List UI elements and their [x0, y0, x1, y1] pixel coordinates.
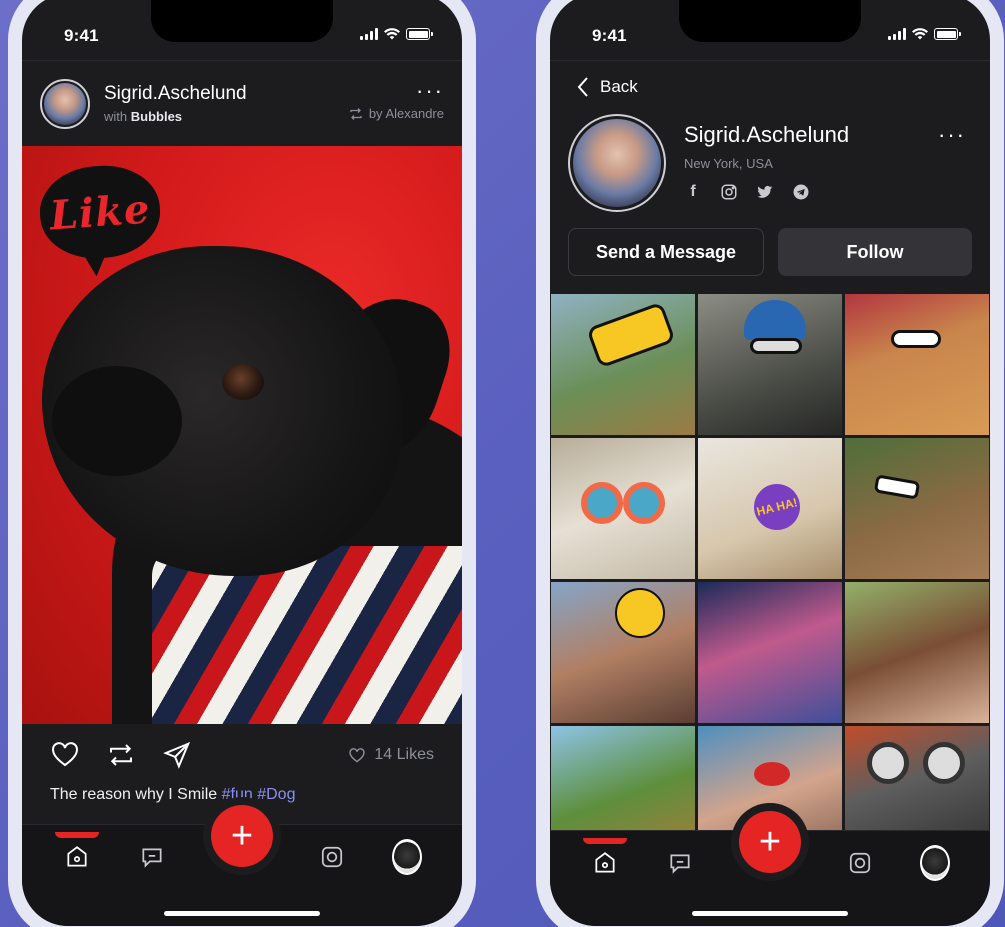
grid-item-giraffe[interactable]	[551, 294, 695, 435]
signal-icon	[888, 28, 906, 40]
feed-screen: 9:41 Sigrid.Aschelund with Bubbles ··· b…	[22, 0, 462, 926]
share-icon[interactable]	[162, 740, 192, 770]
phone-feed: 9:41 Sigrid.Aschelund with Bubbles ··· b…	[8, 0, 476, 927]
repost-by-text: by Alexandre	[368, 106, 444, 121]
instagram-icon[interactable]	[720, 183, 738, 201]
likes-heart-icon	[349, 748, 366, 763]
status-bar: 9:41	[22, 0, 462, 60]
profile-header: Sigrid.Aschelund ··· New York, USA f	[550, 104, 990, 222]
more-options-icon[interactable]: ···	[938, 124, 966, 146]
chat-icon	[142, 848, 162, 868]
likes-count[interactable]: 14 Likes	[348, 746, 434, 764]
grid-item-llama[interactable]: HA HA!	[698, 438, 842, 579]
post-right: ··· by Alexandre	[349, 80, 444, 121]
grid-item-dog[interactable]	[845, 294, 989, 435]
home-indicator[interactable]	[692, 911, 848, 916]
more-options-icon[interactable]: ···	[416, 80, 444, 102]
grid-item-cow[interactable]	[845, 582, 989, 723]
home-icon	[67, 846, 87, 867]
grid-item-girl[interactable]	[698, 582, 842, 723]
profile-avatar	[391, 839, 422, 875]
instagram-icon	[850, 852, 871, 874]
notch	[151, 0, 333, 42]
facebook-icon[interactable]: f	[684, 183, 702, 201]
notch	[679, 0, 861, 42]
like-sticker: Like	[36, 161, 164, 263]
like-sticker-text: Like	[48, 185, 152, 239]
post-actions: 14 Likes	[22, 724, 462, 786]
with-name[interactable]: Bubbles	[131, 109, 182, 124]
send-message-button[interactable]: Send a Message	[568, 228, 764, 276]
grid-item-sheep[interactable]	[551, 438, 695, 579]
photo-grid: HA HA!	[550, 294, 990, 867]
telegram-icon[interactable]	[792, 183, 810, 201]
status-bar: 9:41	[550, 0, 990, 60]
profile-name: Sigrid.Aschelund	[684, 122, 850, 147]
post-meta: Sigrid.Aschelund with Bubbles	[104, 83, 335, 124]
profile-actions: Send a Message Follow	[550, 222, 990, 284]
add-post-button[interactable]: +	[739, 811, 801, 873]
profile-avatar-large[interactable]	[568, 114, 666, 212]
back-label: Back	[600, 76, 638, 96]
ha-ha-sticker: HA HA!	[749, 479, 805, 535]
grid-item-boys[interactable]	[551, 582, 695, 723]
post-caption: The reason why I Smile #fun #Dog	[22, 786, 462, 804]
status-time: 9:41	[592, 26, 627, 45]
profile-screen: 9:41 Back Sigrid.Aschelund ··· New York,…	[550, 0, 990, 926]
repost-info: by Alexandre	[349, 106, 444, 121]
social-links: f	[684, 183, 966, 201]
tab-instagram[interactable]	[317, 842, 347, 872]
grid-item-gorilla[interactable]	[698, 294, 842, 435]
repost-icon	[350, 107, 362, 120]
post-author-avatar[interactable]	[40, 78, 90, 129]
twitter-icon[interactable]	[756, 183, 774, 201]
post-image[interactable]: Like	[22, 146, 462, 724]
tab-bar: +	[22, 805, 462, 926]
profile-location: New York, USA	[684, 156, 773, 171]
battery-icon	[406, 28, 433, 40]
tab-profile[interactable]	[919, 845, 950, 881]
caption-tags[interactable]: #fun #Dog	[222, 786, 296, 803]
signal-icon	[360, 28, 378, 40]
chat-icon	[670, 854, 690, 874]
status-icons	[360, 26, 433, 40]
wifi-icon	[912, 28, 928, 40]
instagram-icon	[322, 846, 343, 868]
home-icon	[595, 852, 615, 873]
phone-profile: 9:41 Back Sigrid.Aschelund ··· New York,…	[536, 0, 1004, 927]
tab-home[interactable]	[583, 838, 628, 878]
profile-info: Sigrid.Aschelund ··· New York, USA f	[684, 114, 966, 222]
post-with: with Bubbles	[104, 109, 335, 124]
home-indicator[interactable]	[164, 911, 320, 916]
follow-button[interactable]: Follow	[778, 228, 972, 276]
wifi-icon	[384, 28, 400, 40]
chevron-left-icon	[577, 76, 588, 97]
with-prefix: with	[104, 109, 128, 124]
tab-chat[interactable]	[137, 842, 167, 872]
heart-icon[interactable]	[50, 740, 80, 770]
tab-chat[interactable]	[665, 848, 695, 878]
status-time: 9:41	[64, 26, 99, 45]
status-icons	[888, 26, 961, 40]
back-button[interactable]: Back	[550, 60, 990, 104]
tab-profile[interactable]	[391, 839, 422, 875]
add-post-button[interactable]: +	[211, 805, 273, 867]
caption-text: The reason why I Smile	[50, 786, 218, 803]
active-tab-indicator	[583, 838, 628, 844]
active-tab-indicator	[55, 832, 100, 838]
profile-avatar	[919, 845, 950, 881]
likes-text: 14 Likes	[374, 746, 434, 763]
post-author-name[interactable]: Sigrid.Aschelund	[104, 83, 335, 105]
grid-item-monkey[interactable]	[845, 438, 989, 579]
tab-bar: +	[550, 811, 990, 926]
repost-action-icon[interactable]	[106, 740, 136, 770]
battery-icon	[934, 28, 961, 40]
tab-home[interactable]	[55, 832, 100, 872]
post-header: Sigrid.Aschelund with Bubbles ··· by Ale…	[22, 60, 462, 146]
tab-instagram[interactable]	[845, 848, 875, 878]
